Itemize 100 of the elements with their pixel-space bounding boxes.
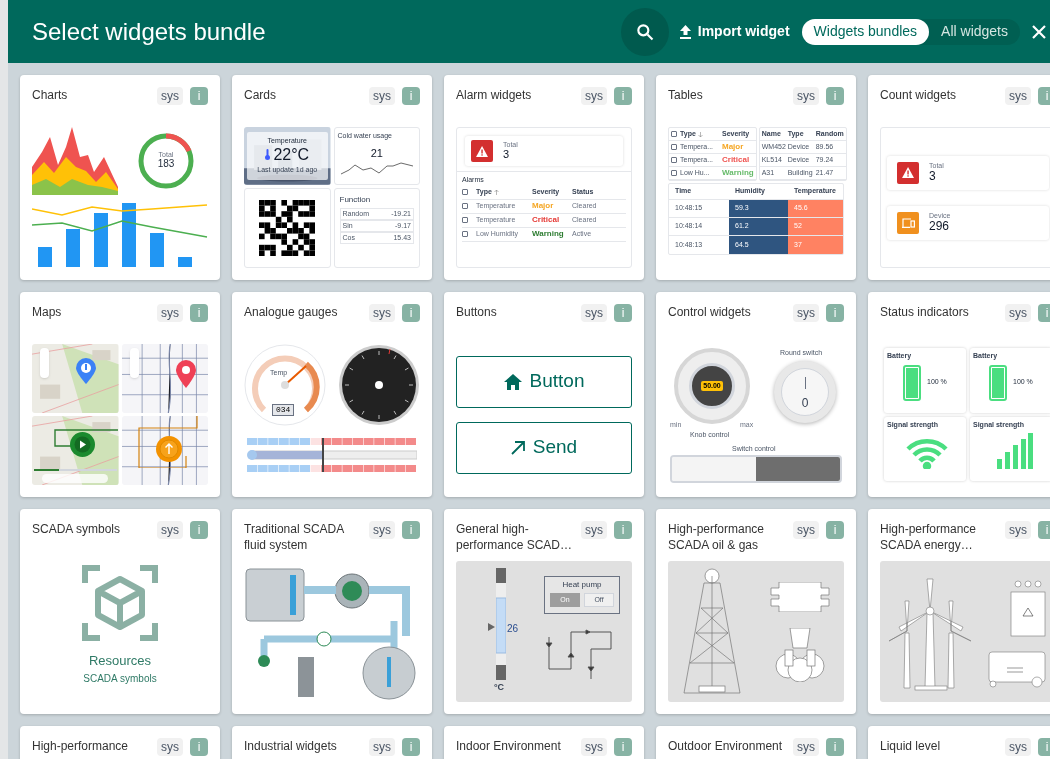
total-value: 183 bbox=[157, 158, 175, 171]
route-line-drawing bbox=[54, 429, 118, 447]
sys-badge: sys bbox=[581, 521, 607, 539]
sys-badge: sys bbox=[369, 521, 395, 539]
bundle-card[interactable]: Outdoor Environment sys i bbox=[656, 726, 856, 759]
sys-badge: sys bbox=[157, 87, 183, 105]
bundle-title: Charts bbox=[32, 87, 69, 103]
qr-code-drawing bbox=[259, 199, 316, 256]
bundle-title: Traditional SCADA fluid system bbox=[244, 521, 345, 553]
sort-arrow-icon bbox=[493, 189, 499, 195]
count-value: 3 bbox=[929, 168, 937, 184]
count-value: 296 bbox=[929, 218, 951, 234]
severity-cell: Warning bbox=[722, 167, 754, 179]
checkbox[interactable] bbox=[671, 157, 677, 163]
bundle-title: General high-performance SCAD… bbox=[456, 521, 574, 553]
sort-arrow-icon bbox=[697, 131, 703, 137]
bundle-title: Industrial widgets bbox=[244, 738, 338, 754]
device-icon bbox=[897, 211, 919, 234]
switch-value: 0 bbox=[801, 397, 809, 409]
bundle-title: High-performance SCADA oil & gas bbox=[668, 521, 766, 553]
sys-badge: sys bbox=[369, 304, 395, 322]
sys-badge: sys bbox=[157, 738, 183, 756]
view-tab[interactable]: Widgets bundles bbox=[801, 18, 930, 45]
bundle-card[interactable]: Industrial widgets sys i bbox=[232, 726, 432, 759]
severity-cell-text: Critical bbox=[532, 214, 561, 226]
bundle-title: Analogue gauges bbox=[244, 304, 339, 320]
sys-badge: sys bbox=[1005, 521, 1031, 539]
bundle-card[interactable]: SCADA symbols sys i Resources SCADA symbols bbox=[20, 509, 220, 714]
sys-badge: sys bbox=[793, 738, 819, 756]
pointer-icon bbox=[488, 623, 495, 631]
bundle-card[interactable]: Maps sys i bbox=[20, 292, 220, 497]
sys-badge: sys bbox=[1005, 304, 1031, 322]
location-pin-icon bbox=[76, 358, 96, 384]
level-value: 26 bbox=[507, 622, 519, 636]
home-icon bbox=[503, 373, 522, 390]
sys-badge: sys bbox=[157, 521, 183, 539]
bundle-card[interactable]: Indoor Environment sys i bbox=[444, 726, 644, 759]
playback-controls bbox=[42, 474, 108, 483]
resources-title: Resources bbox=[88, 652, 152, 670]
sys-badge: sys bbox=[581, 87, 607, 105]
bundle-title: Maps bbox=[32, 304, 63, 320]
severity-cell-text: Major bbox=[532, 200, 555, 212]
location-pin-icon bbox=[175, 360, 196, 388]
cube-icon bbox=[82, 565, 158, 641]
timeline-slider[interactable] bbox=[34, 469, 117, 471]
bundle-card[interactable]: High-performance SCADA oil & gas sys i bbox=[656, 509, 856, 714]
panel-title: Heat pump bbox=[562, 579, 602, 591]
bundle-title: High-performance bbox=[32, 738, 130, 754]
count-value: 3 bbox=[503, 147, 511, 162]
toggle-switch[interactable] bbox=[670, 455, 842, 483]
alarm-icon bbox=[471, 140, 493, 162]
resources-subtitle: SCADA symbols bbox=[83, 671, 157, 686]
checkbox[interactable] bbox=[671, 144, 677, 150]
bundle-card[interactable] bbox=[656, 75, 856, 280]
search-icon bbox=[634, 21, 655, 42]
signal-bars-icon bbox=[997, 432, 1033, 469]
donut-chart-drawing bbox=[136, 131, 196, 191]
bundle-title: Status indicators bbox=[880, 304, 970, 320]
thermometer-icon bbox=[265, 149, 271, 161]
bundle-title: Indoor Environment bbox=[456, 738, 562, 754]
view-tab[interactable]: All widgets bbox=[929, 18, 1020, 45]
arrow-icon bbox=[510, 440, 525, 455]
checkbox[interactable] bbox=[462, 203, 468, 209]
severity-cell-text: Warning bbox=[532, 228, 565, 240]
checkbox[interactable] bbox=[462, 231, 468, 237]
battery-icon bbox=[989, 364, 1007, 401]
dialog-title: Select widgets bundle bbox=[32, 16, 266, 47]
temperature-value: 22°C bbox=[273, 146, 310, 163]
round-switch[interactable]: 0 bbox=[774, 361, 836, 423]
sys-badge: sys bbox=[369, 87, 395, 105]
bundle-card[interactable]: Traditional SCADA fluid system sys i bbox=[232, 509, 432, 714]
checkbox[interactable] bbox=[462, 189, 468, 195]
battery-icon bbox=[903, 364, 921, 401]
import-widget-button[interactable]: Import widget bbox=[678, 21, 790, 42]
bundle-title: High-performance SCADA energy… bbox=[880, 521, 978, 553]
play-icon[interactable] bbox=[70, 432, 95, 457]
bundle-title: SCADA symbols bbox=[32, 521, 122, 537]
widget-button[interactable]: Button bbox=[456, 355, 632, 408]
severity-cell-text: Critical bbox=[722, 154, 751, 166]
alarm-icon bbox=[897, 161, 919, 184]
bundle-title: Count widgets bbox=[880, 87, 958, 103]
checkbox[interactable] bbox=[671, 131, 677, 137]
close-icon[interactable] bbox=[1032, 24, 1046, 39]
wifi-signal-icon bbox=[905, 436, 949, 469]
sys-badge: sys bbox=[1005, 738, 1031, 756]
checkbox[interactable] bbox=[671, 170, 677, 176]
upload-icon bbox=[678, 24, 692, 39]
card-label: Function bbox=[339, 193, 372, 206]
bundle-card[interactable]: High-performance sys i bbox=[20, 726, 220, 759]
bundle-card[interactable]: High-performance SCADA energy… sys i bbox=[868, 509, 1050, 714]
bundle-card[interactable]: Liquid level sys i bbox=[868, 726, 1050, 759]
sys-badge: sys bbox=[793, 87, 819, 105]
severity-cell-text: Major bbox=[722, 141, 745, 153]
bundle-title: Alarm widgets bbox=[456, 87, 533, 103]
checkbox[interactable] bbox=[462, 217, 468, 223]
sys-badge: sys bbox=[157, 304, 183, 322]
widget-button[interactable]: Send bbox=[456, 421, 632, 474]
usage-value: 21 bbox=[369, 147, 384, 159]
bundle-card[interactable]: Buttons sys i Button Send bbox=[444, 292, 644, 497]
bundle-title: Buttons bbox=[456, 304, 498, 320]
